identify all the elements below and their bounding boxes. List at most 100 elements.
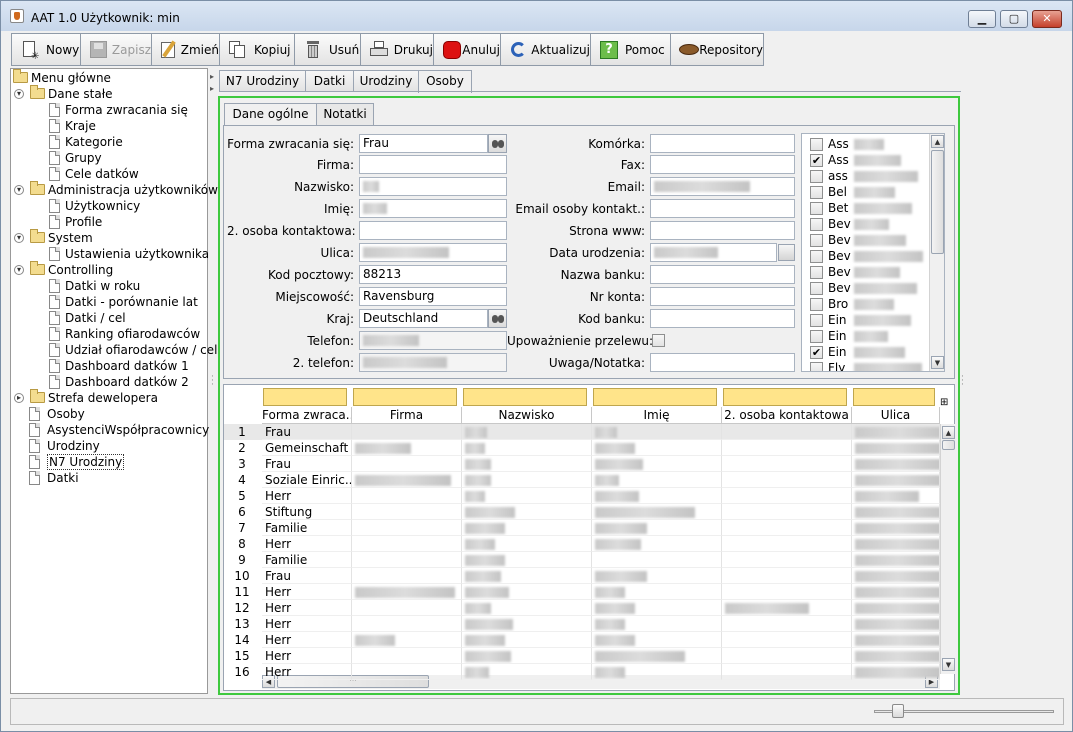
category-item[interactable]: Bro (810, 296, 926, 312)
tree-item-datki[interactable]: Datki (11, 470, 207, 486)
category-item[interactable]: ass (810, 168, 926, 184)
collapse-toggle-icon[interactable]: ▾ (14, 233, 24, 243)
table-row[interactable]: 10 Frau (224, 568, 940, 584)
tab-datki[interactable]: Datki (305, 70, 354, 92)
tree-item-n7-urodziny[interactable]: N7 Urodziny (11, 454, 207, 470)
scroll-down-icon[interactable]: ▼ (942, 658, 955, 671)
tree-item-użytkownicy[interactable]: Użytkownicy (11, 198, 207, 214)
column-filter-input[interactable] (353, 388, 457, 406)
close-button[interactable]: ✕ (1032, 10, 1062, 28)
tree-item-strefa-dewelopera[interactable]: ▸ Strefa dewelopera (11, 389, 207, 406)
ulica-field[interactable] (359, 243, 507, 262)
tree-item-kategorie[interactable]: Kategorie (11, 134, 207, 150)
tree-item-urodziny[interactable]: Urodziny (11, 438, 207, 454)
table-row[interactable]: 8 Herr (224, 536, 940, 552)
collapse-toggle-icon[interactable]: ▾ (14, 89, 24, 99)
firma-field[interactable] (359, 155, 507, 174)
category-checkbox[interactable]: ✔ (810, 154, 823, 167)
column-header[interactable]: 2. osoba kontaktowa (722, 407, 852, 424)
kraj-field[interactable]: Deutschland (359, 309, 488, 328)
tree-item-dashboard-datków-1[interactable]: Dashboard datków 1 (11, 358, 207, 374)
column-header[interactable]: Firma (352, 407, 462, 424)
usuń-button[interactable]: Usuń (294, 33, 361, 66)
category-item[interactable]: Bet (810, 200, 926, 216)
category-checkbox[interactable] (810, 314, 823, 327)
category-checkbox[interactable] (810, 202, 823, 215)
tree-item-system[interactable]: ▾ System (11, 229, 207, 246)
column-filter-input[interactable] (263, 388, 347, 406)
category-item[interactable]: ✔ Ass (810, 152, 926, 168)
column-header[interactable]: Nazwisko (462, 407, 592, 424)
scroll-thumb[interactable] (942, 440, 955, 450)
tree-item-forma-zwracania-się[interactable]: Forma zwracania się (11, 102, 207, 118)
category-item[interactable]: Bev (810, 248, 926, 264)
tree-item-controlling[interactable]: ▾ Controlling (11, 261, 207, 278)
table-row[interactable]: 9 Familie (224, 552, 940, 568)
upowa-nienie-przelewu-checkbox[interactable] (652, 334, 665, 347)
column-filter-input[interactable] (593, 388, 717, 406)
zmień-button[interactable]: Zmień (151, 33, 220, 66)
maximize-button[interactable]: ▢ (1000, 10, 1028, 28)
data-urodzenia-field[interactable] (650, 243, 777, 262)
column-header[interactable]: Forma zwraca... (262, 407, 352, 424)
tree-item-asystenciwspółpracownicy[interactable]: AsystenciWspółpracownicy (11, 422, 209, 438)
category-checkbox[interactable] (810, 298, 823, 311)
nowy-button[interactable]: ✳ Nowy (11, 33, 81, 66)
tree-item-ranking-ofiarodawców[interactable]: Ranking ofiarodawców (11, 326, 207, 342)
table-row[interactable]: 12 Herr (224, 600, 940, 616)
expand-toggle-icon[interactable]: ▸ (14, 393, 24, 403)
kom-rka-field[interactable] (650, 134, 795, 153)
scroll-up-icon[interactable]: ▲ (942, 426, 955, 439)
table-row[interactable]: 3 Frau (224, 456, 940, 472)
category-checkbox[interactable] (810, 170, 823, 183)
category-checkbox[interactable] (810, 218, 823, 231)
category-checkbox[interactable] (810, 362, 823, 371)
binoculars-lookup-icon[interactable] (488, 309, 507, 328)
tree-item-datki-porównanie-lat[interactable]: Datki - porównanie lat (11, 294, 207, 310)
tree-item-udział-ofiarodawców-cel[interactable]: Udział ofiarodawców / cel (11, 342, 217, 358)
tree-item-dane-stałe[interactable]: ▾ Dane stałe (11, 85, 207, 102)
tab-scroll-arrows[interactable]: ▸ ▸ (210, 71, 214, 95)
kod-banku-field[interactable] (650, 309, 795, 328)
binoculars-lookup-icon[interactable] (488, 134, 507, 153)
tree-item-dashboard-datków-2[interactable]: Dashboard datków 2 (11, 374, 207, 390)
scroll-thumb[interactable] (931, 150, 944, 254)
scroll-up-icon[interactable]: ▲ (931, 135, 944, 148)
uwaga-notatka-field[interactable] (650, 353, 795, 372)
tree-item-cele-datków[interactable]: Cele datków (11, 166, 207, 182)
category-item[interactable]: Fly (810, 360, 926, 371)
category-checkbox[interactable] (810, 330, 823, 343)
category-checkbox[interactable] (810, 266, 823, 279)
table-row[interactable]: 7 Familie (224, 520, 940, 536)
splitter-handle[interactable]: · · · (211, 373, 214, 390)
tab-dane-ogólne[interactable]: Dane ogólne (224, 103, 317, 126)
strona-www-field[interactable] (650, 221, 795, 240)
column-chooser-icon[interactable]: ⊞ (940, 397, 948, 408)
fax-field[interactable] (650, 155, 795, 174)
table-row[interactable]: 2 Gemeinschaft (224, 440, 940, 456)
tree-item-ustawienia-użytkownika[interactable]: Ustawienia użytkownika (11, 246, 209, 262)
anuluj-button[interactable]: Anuluj (433, 33, 501, 66)
table-row[interactable]: 6 Stiftung (224, 504, 940, 520)
category-item[interactable]: Ein (810, 328, 926, 344)
miejscowo-field[interactable]: Ravensburg (359, 287, 507, 306)
email-osoby-kontakt-field[interactable] (650, 199, 795, 218)
forma-zwracania-si-field[interactable]: Frau (359, 134, 488, 153)
email-field[interactable] (650, 177, 795, 196)
imi-field[interactable] (359, 199, 507, 218)
zapisz-button[interactable]: Zapisz (80, 33, 152, 66)
category-checkbox[interactable] (810, 282, 823, 295)
collapse-toggle-icon[interactable]: ▾ (14, 265, 24, 275)
nazwa-banku-field[interactable] (650, 265, 795, 284)
category-item[interactable]: Bev (810, 280, 926, 296)
2-osoba-kontaktowa-field[interactable] (359, 221, 507, 240)
tree-item-profile[interactable]: Profile (11, 214, 207, 230)
aktualizuj-button[interactable]: Aktualizuj (500, 33, 591, 66)
nr-konta-field[interactable] (650, 287, 795, 306)
category-item[interactable]: Bev (810, 216, 926, 232)
category-checkbox[interactable] (810, 234, 823, 247)
tab-urodziny[interactable]: Urodziny (353, 70, 419, 92)
drukuj-button[interactable]: Drukuj (360, 33, 434, 66)
kod-pocztowy-field[interactable]: 88213 (359, 265, 507, 284)
table-vertical-scrollbar[interactable]: ▲ ▼ (940, 424, 955, 674)
